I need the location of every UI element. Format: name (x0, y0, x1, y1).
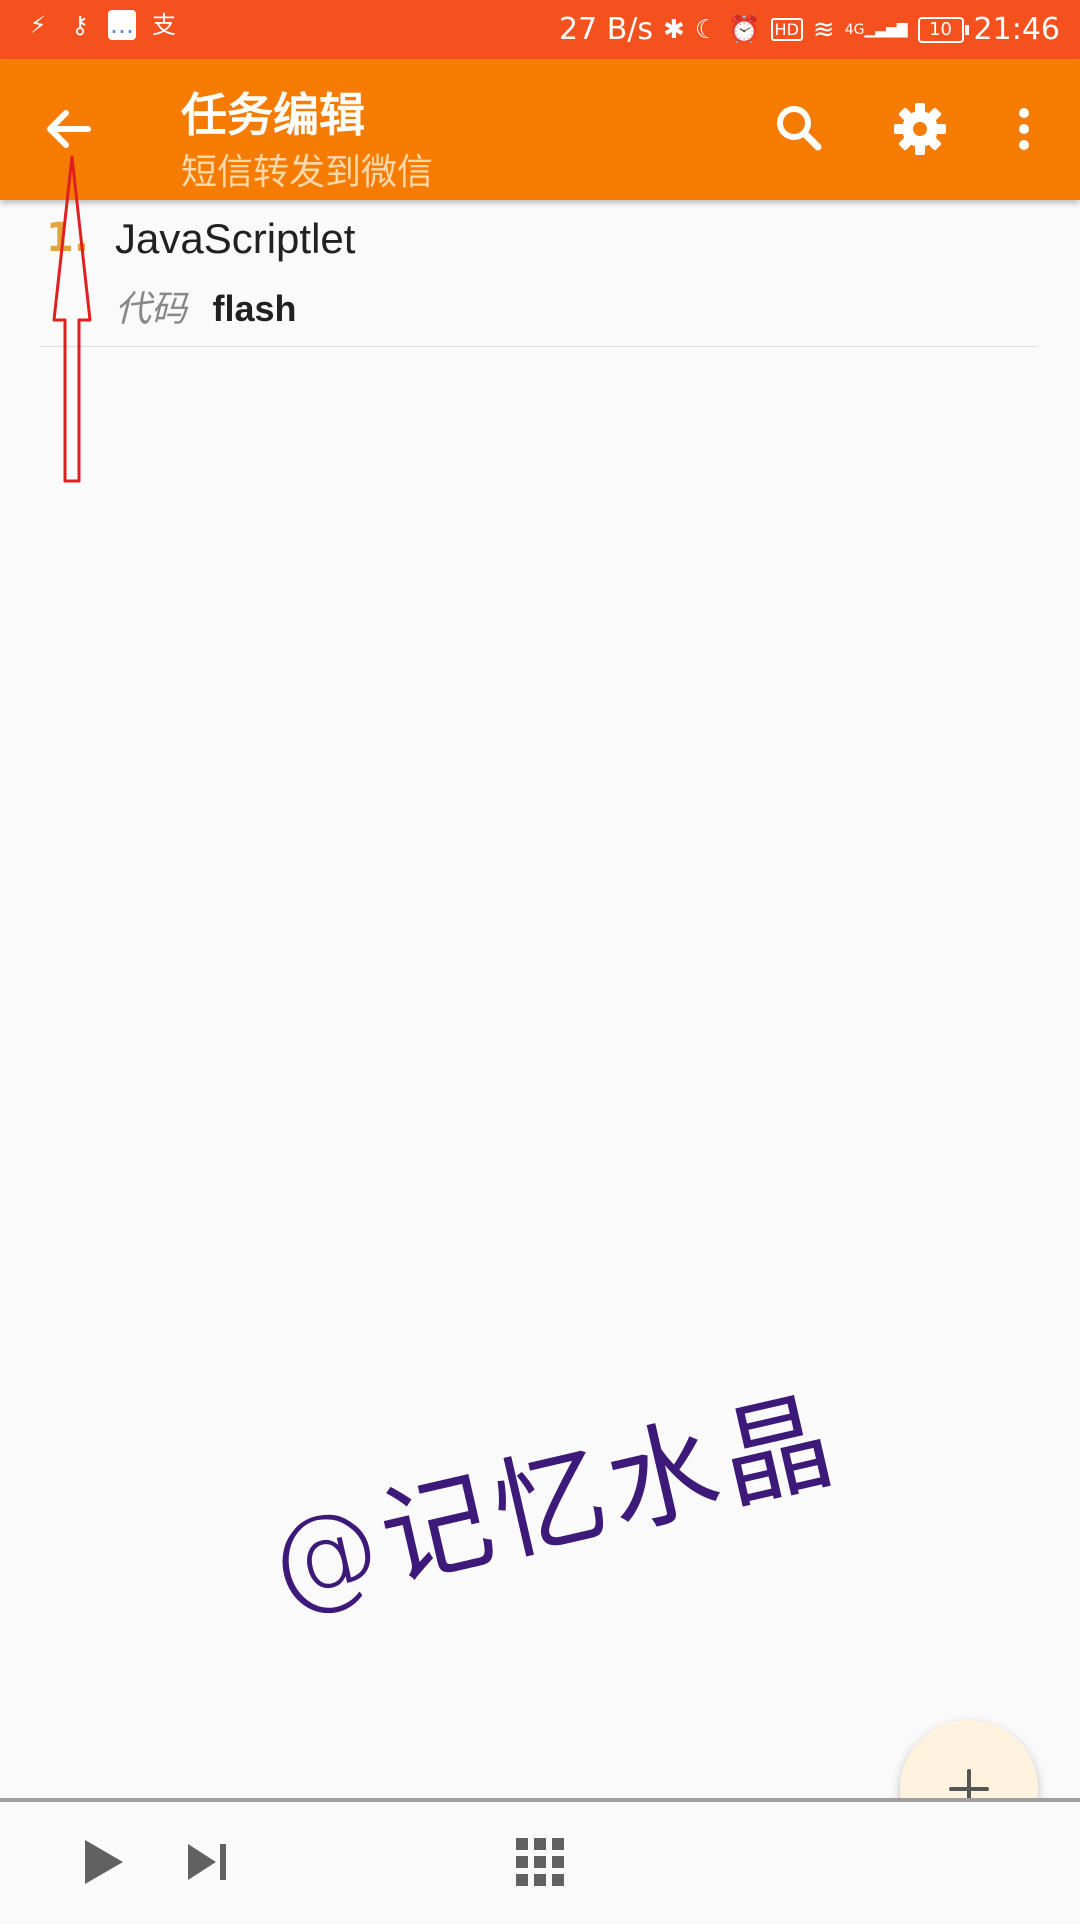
bluetooth-icon: ✱ (663, 14, 685, 45)
key-icon: ⚷ (71, 11, 89, 39)
grid-button[interactable] (510, 1832, 570, 1892)
battery-level: 10 (929, 18, 952, 40)
net-speed: 27 B/s (559, 12, 654, 47)
battery-icon: 10 (917, 16, 969, 43)
step-icon (188, 1844, 226, 1880)
action-name: JavaScriptlet (115, 215, 356, 262)
alarm-icon: ⏰ (728, 14, 761, 45)
play-icon (85, 1840, 123, 1884)
chat-icon: … (108, 10, 136, 40)
app-bar: 任务编辑 短信转发到微信 (0, 59, 1080, 200)
wifi-icon: ≋ (812, 14, 835, 45)
action-parameter: 代码 flash (115, 280, 297, 332)
bottom-bar (0, 1798, 1080, 1924)
settings-button[interactable] (880, 89, 960, 169)
more-options-button[interactable] (985, 89, 1045, 169)
more-vert-icon (1019, 108, 1029, 150)
alipay-icon: 支 (152, 11, 176, 39)
watermark: @记忆水晶 (255, 1374, 850, 1631)
gear-icon (894, 103, 946, 155)
flash-icon: ⚡ (29, 11, 47, 39)
action-row[interactable]: 1. JavaScriptlet 代码 flash (40, 205, 1038, 347)
hd-badge: HD (770, 18, 803, 41)
search-button[interactable] (760, 89, 840, 169)
play-button[interactable] (75, 1832, 135, 1892)
network-type: 4G (844, 21, 865, 38)
moon-icon: ☾ (694, 14, 719, 45)
annotation-arrow (52, 155, 92, 483)
grid-icon (516, 1838, 564, 1886)
page-title: 任务编辑 (181, 88, 365, 142)
status-bar: ⚡ ⚷ … 支 27 B/s ✱ ☾ ⏰ HD ≋ 4G▁▃▅▇ 10 21:4… (0, 0, 1080, 59)
page-subtitle: 短信转发到微信 (181, 152, 434, 193)
step-button[interactable] (180, 1832, 240, 1892)
clock: 21:46 (973, 12, 1060, 47)
param-label: 代码 (115, 289, 188, 330)
search-icon (777, 106, 822, 151)
param-value: flash (212, 288, 297, 329)
signal-icon: 4G▁▃▅▇ (844, 21, 908, 38)
